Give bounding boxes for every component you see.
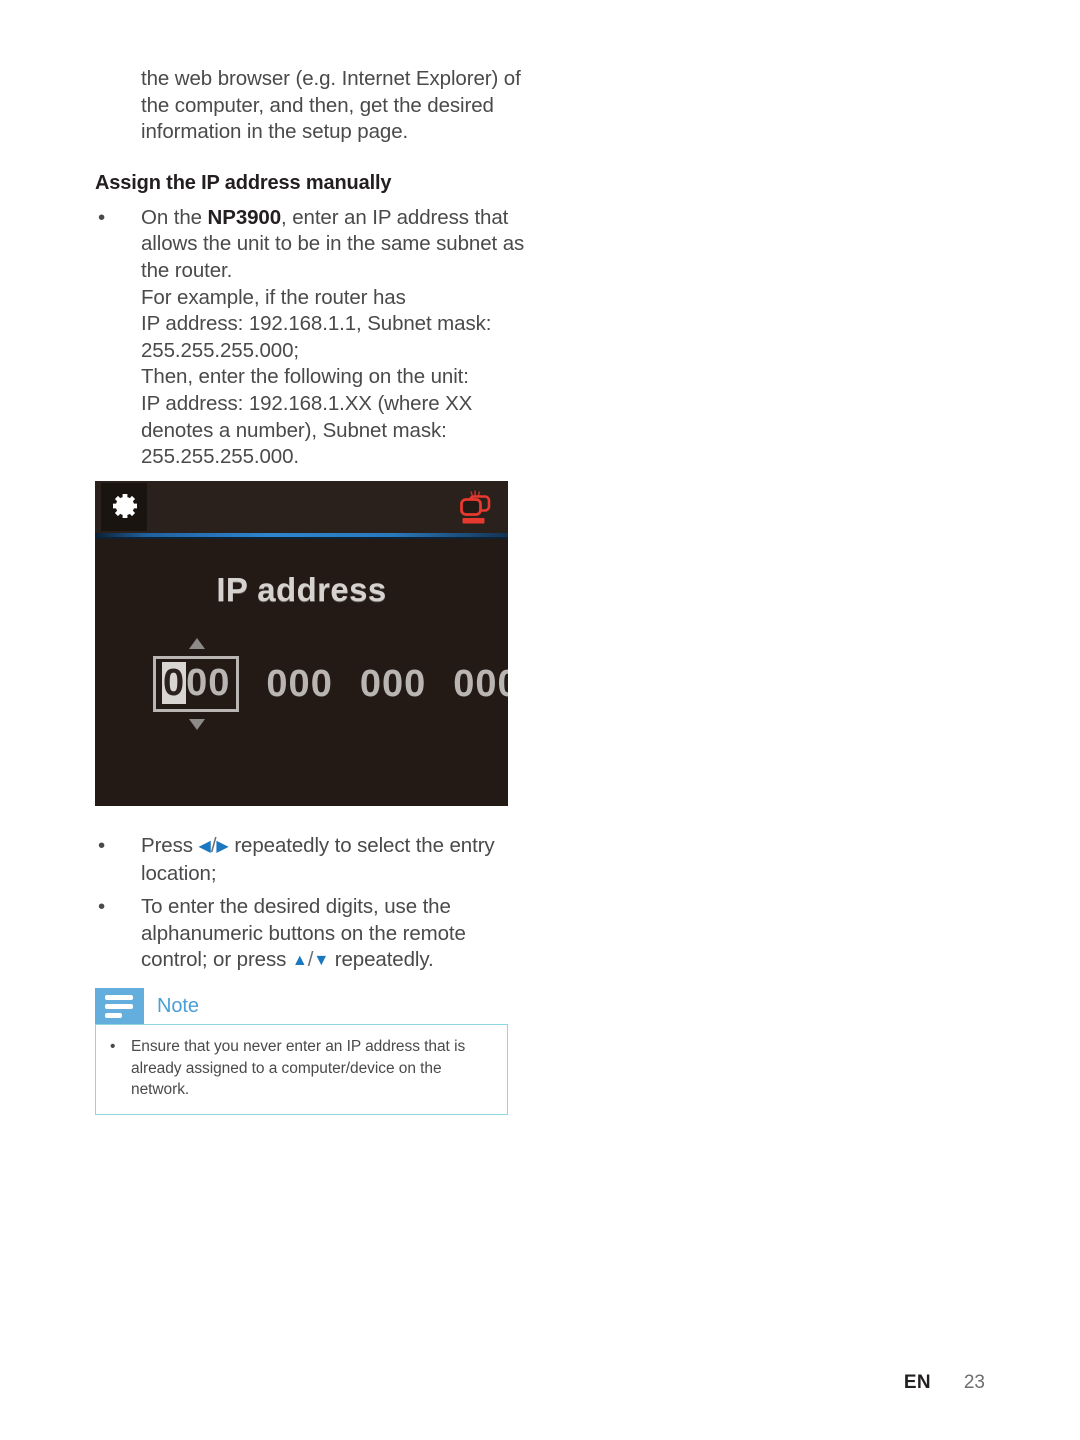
bullet-marker: • xyxy=(98,834,106,857)
bullet-marker: • xyxy=(98,205,106,229)
product-model-name: NP3900 xyxy=(207,205,282,229)
down-arrow-icon[interactable] xyxy=(189,719,205,730)
note-tab: Note xyxy=(95,988,508,1024)
device-screen-title: IP address xyxy=(216,571,387,608)
bullet-extra-line: IP address: 192.168.1.XX (where XX xyxy=(141,391,473,415)
intro-paragraph: the web browser (e.g. Internet Explorer)… xyxy=(141,67,521,144)
note-label: Note xyxy=(157,994,199,1017)
list-item: • On the NP3900, enter an IP address tha… xyxy=(95,205,525,471)
footer-language: EN xyxy=(903,1372,931,1393)
bullet-text: On the NP3900, enter an IP address that … xyxy=(141,205,525,471)
bullet-marker: • xyxy=(98,895,106,919)
footer-page-number: 23 xyxy=(963,1372,985,1393)
multiroom-screens-icon xyxy=(460,490,491,524)
note-callout: Note • Ensure that you never enter an IP… xyxy=(95,988,508,1115)
bullet-text-tail: repeatedly. xyxy=(329,948,434,972)
bullet-text: To enter the desired digits, use the alp… xyxy=(141,894,525,975)
ip-octet-field[interactable]: 000 xyxy=(453,661,508,707)
note-lines-icon xyxy=(95,988,144,1024)
list-item: • To enter the desired digits, use the a… xyxy=(95,894,525,975)
ip-octet-field[interactable]: 000 xyxy=(266,661,332,707)
bullet-extra-line: For example, if the router has xyxy=(141,285,406,309)
bullet-marker: • xyxy=(110,1038,116,1055)
bullet-text-lead: Press xyxy=(141,834,199,857)
left-arrow-icon: ◀ xyxy=(198,838,211,855)
page-content-column: the web browser (e.g. Internet Explorer)… xyxy=(95,0,525,471)
device-screen-photo: IP address 000 000 000 000 xyxy=(95,481,508,806)
section-heading: Assign the IP address manually xyxy=(95,171,392,194)
bullet-extra-line: denotes a number), Subnet mask: xyxy=(141,418,447,442)
bullet-extra-line: 255.255.255.000. xyxy=(141,445,299,469)
device-separator-shadow xyxy=(95,537,508,539)
list-item: • Ensure that you never enter an IP addr… xyxy=(110,1036,493,1101)
bullet-extra-line: 255.255.255.000; xyxy=(141,338,299,362)
gear-icon xyxy=(113,494,137,518)
device-topbar xyxy=(95,481,508,533)
bullet-text-lead: On the xyxy=(141,205,208,229)
list-item: • Press ◀/▶ repeatedly to select the ent… xyxy=(95,833,525,887)
down-arrow-icon: ▼ xyxy=(313,952,330,970)
ip-octet-field-selected[interactable]: 000 xyxy=(153,638,240,730)
up-arrow-icon[interactable] xyxy=(189,638,205,649)
note-text: Ensure that you never enter an IP addres… xyxy=(131,1038,466,1098)
up-arrow-icon: ▲ xyxy=(291,952,308,970)
bullet-text: Press ◀/▶ repeatedly to select the entry… xyxy=(141,833,525,887)
bullet-extra-line: Then, enter the following on the unit: xyxy=(141,365,469,389)
note-body: • Ensure that you never enter an IP addr… xyxy=(95,1024,508,1115)
selected-octet-rest: 00 xyxy=(186,662,231,704)
page-footer: EN 23 xyxy=(904,1372,985,1394)
selected-digit: 0 xyxy=(162,662,187,704)
ip-octet-row: 000 000 000 000 xyxy=(153,638,508,730)
post-image-bullets: • Press ◀/▶ repeatedly to select the ent… xyxy=(95,833,525,975)
bullet-extra-line: IP address: 192.168.1.1, Subnet mask: xyxy=(141,312,492,336)
ip-octet-field[interactable]: 000 xyxy=(360,661,426,707)
right-arrow-icon: ▶ xyxy=(216,838,229,855)
